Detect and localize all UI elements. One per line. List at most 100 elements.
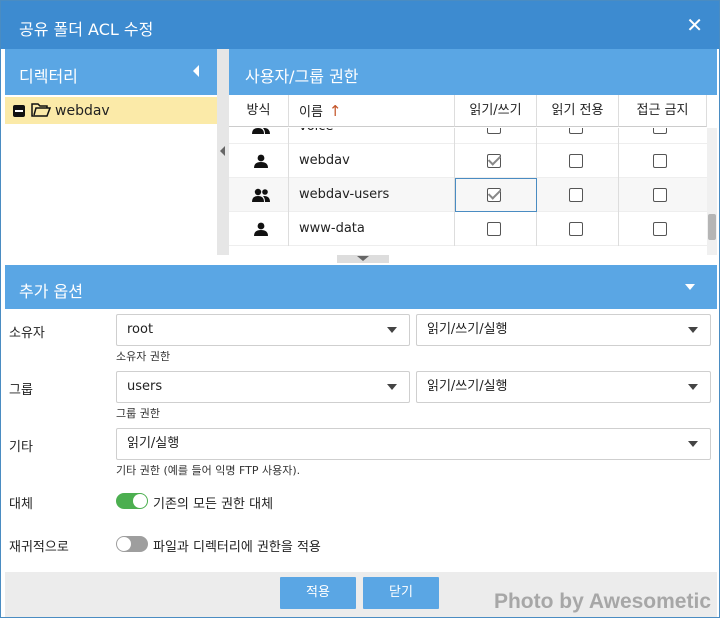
- acl-header-label: 사용자/그룹 권한: [245, 67, 359, 86]
- column-header-type[interactable]: 방식: [229, 95, 289, 127]
- tree-collapse-icon[interactable]: [13, 105, 25, 117]
- directory-pane: 디렉터리 webdav: [5, 49, 217, 255]
- deny-checkbox[interactable]: [653, 222, 667, 236]
- replace-toggle[interactable]: [116, 493, 148, 509]
- rw-cell[interactable]: [455, 178, 537, 212]
- deny-cell[interactable]: [619, 144, 707, 178]
- rw-cell[interactable]: [455, 128, 537, 144]
- ro-cell[interactable]: [537, 128, 619, 144]
- replace-label: 대체: [9, 497, 33, 512]
- toggle-knob: [117, 537, 131, 551]
- ro-checkbox[interactable]: [569, 128, 583, 134]
- deny-cell[interactable]: [619, 128, 707, 144]
- column-header-read-write[interactable]: 읽기/쓰기: [455, 95, 537, 127]
- chevron-down-icon: [387, 384, 397, 390]
- owner-hint: 소유자 권한: [116, 350, 171, 363]
- deny-checkbox[interactable]: [653, 188, 667, 202]
- apply-button[interactable]: 적용: [280, 577, 356, 609]
- rw-cell[interactable]: [455, 144, 537, 178]
- ro-cell[interactable]: [537, 178, 619, 212]
- owner-permission-value: 읽기/쓰기/실행: [427, 322, 508, 337]
- chevron-down-icon: [688, 441, 698, 447]
- group-label: 그룹: [9, 383, 33, 398]
- sort-ascending-icon: ↑: [328, 102, 342, 120]
- table-row[interactable]: www-data: [229, 212, 707, 246]
- chevron-down-icon: [688, 327, 698, 333]
- recursive-toggle-label: 파일과 디렉터리에 권한을 적용: [153, 540, 321, 555]
- owner-select[interactable]: root: [116, 314, 410, 346]
- rw-checkbox[interactable]: [487, 128, 501, 134]
- column-ro-label: 읽기 전용: [551, 103, 604, 118]
- name-cell: voice: [229, 128, 455, 144]
- other-permission-value: 읽기/실행: [127, 436, 180, 451]
- collapse-left-icon[interactable]: [193, 65, 199, 77]
- rw-checkbox[interactable]: [487, 154, 501, 168]
- other-permission-select[interactable]: 읽기/실행: [116, 428, 711, 460]
- table-scrollbar[interactable]: [707, 128, 717, 255]
- owner-permission-select[interactable]: 읽기/쓰기/실행: [416, 314, 711, 346]
- scrollbar-thumb[interactable]: [708, 214, 716, 240]
- column-header-read-only[interactable]: 읽기 전용: [537, 95, 619, 127]
- column-header-deny[interactable]: 접근 금지: [619, 95, 707, 127]
- column-deny-label: 접근 금지: [636, 103, 689, 118]
- column-type-label: 방식: [246, 103, 271, 118]
- recursive-label: 재귀적으로: [9, 540, 69, 555]
- open-folder-icon: [31, 103, 51, 117]
- name-cell: webdav-users: [229, 178, 455, 212]
- acl-dialog: 공유 폴더 ACL 수정 ✕ 디렉터리 webdav 사용자/그룹 권한 방식 …: [0, 0, 720, 618]
- group-permission-value: 읽기/쓰기/실행: [427, 379, 508, 394]
- directory-item-webdav[interactable]: webdav: [5, 97, 217, 124]
- owner-select-value: root: [127, 322, 154, 337]
- chevron-down-icon: [387, 327, 397, 333]
- chevron-down-icon: [688, 384, 698, 390]
- ro-checkbox[interactable]: [569, 154, 583, 168]
- directory-item-label: webdav: [55, 103, 110, 119]
- deny-checkbox[interactable]: [653, 128, 667, 134]
- options-header[interactable]: 추가 옵션: [5, 265, 717, 309]
- splitter-left-icon[interactable]: [220, 146, 225, 156]
- table-row[interactable]: webdav: [229, 144, 707, 178]
- deny-checkbox[interactable]: [653, 154, 667, 168]
- toggle-knob: [133, 494, 147, 508]
- panel-resizer[interactable]: [5, 255, 717, 263]
- acl-header: 사용자/그룹 권한: [229, 49, 717, 95]
- dialog-footer: 적용 닫기 Photo by Awesometic: [5, 572, 717, 617]
- rw-cell[interactable]: [455, 212, 537, 246]
- name-cell: www-data: [229, 212, 455, 246]
- group-select-value: users: [127, 379, 163, 394]
- watermark: Photo by Awesometic: [493, 590, 711, 613]
- column-rw-label: 읽기/쓰기: [469, 103, 522, 118]
- table-row[interactable]: webdav-users: [229, 178, 707, 212]
- ro-checkbox[interactable]: [569, 222, 583, 236]
- replace-toggle-label: 기존의 모든 권한 대체: [153, 497, 274, 512]
- deny-cell[interactable]: [619, 212, 707, 246]
- ro-checkbox[interactable]: [569, 188, 583, 202]
- other-label: 기타: [9, 440, 33, 455]
- recursive-toggle[interactable]: [116, 536, 148, 552]
- close-button[interactable]: 닫기: [363, 577, 439, 609]
- directory-header: 디렉터리: [5, 49, 217, 95]
- acl-table-body: voice webdav webdav-users: [229, 128, 707, 255]
- rw-checkbox[interactable]: [487, 188, 501, 202]
- group-permission-select[interactable]: 읽기/쓰기/실행: [416, 371, 711, 403]
- group-hint: 그룹 권한: [116, 407, 160, 420]
- deny-cell[interactable]: [619, 178, 707, 212]
- rw-checkbox[interactable]: [487, 222, 501, 236]
- other-hint: 기타 권한 (예를 들어 익명 FTP 사용자).: [116, 464, 301, 477]
- pane-splitter[interactable]: [217, 49, 229, 255]
- group-select[interactable]: users: [116, 371, 410, 403]
- chevron-down-icon[interactable]: [685, 284, 695, 290]
- column-name-label: 이름: [299, 105, 323, 120]
- column-header-name[interactable]: 이름 ↑: [289, 95, 455, 127]
- dialog-title: 공유 폴더 ACL 수정: [19, 20, 154, 39]
- ro-cell[interactable]: [537, 212, 619, 246]
- options-header-label: 추가 옵션: [19, 282, 83, 301]
- table-row[interactable]: voice: [229, 128, 707, 144]
- owner-label: 소유자: [9, 326, 45, 341]
- close-icon[interactable]: ✕: [686, 13, 703, 37]
- acl-pane: 사용자/그룹 권한 방식 이름 ↑ 읽기/쓰기 읽기 전용 접근 금지 voice…: [229, 49, 717, 255]
- name-cell: webdav: [229, 144, 455, 178]
- ro-cell[interactable]: [537, 144, 619, 178]
- expand-down-icon[interactable]: [337, 255, 389, 263]
- directory-header-label: 디렉터리: [19, 67, 78, 86]
